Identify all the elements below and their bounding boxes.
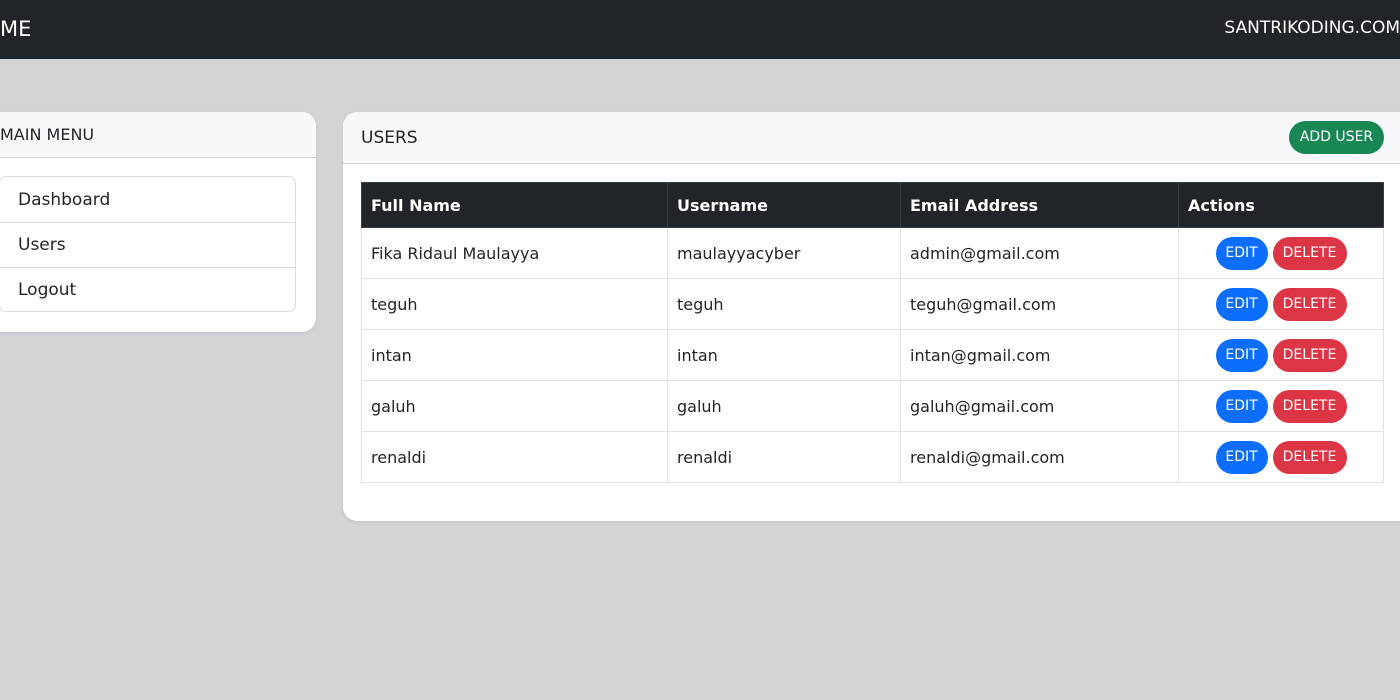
navbar-brand[interactable]: ME (0, 15, 31, 43)
cell-full-name: intan (361, 329, 668, 381)
cell-email: teguh@gmail.com (900, 278, 1179, 330)
cell-email: intan@gmail.com (900, 329, 1179, 381)
cell-actions: EDIT DELETE (1178, 278, 1384, 330)
delete-button[interactable]: DELETE (1272, 389, 1347, 423)
edit-button[interactable]: EDIT (1215, 389, 1268, 423)
main-menu-header: MAIN MENU (0, 112, 316, 158)
menu-item-users[interactable]: Users (0, 222, 295, 268)
column-header-full-name: Full Name (361, 182, 668, 228)
table-row: intan intan intan@gmail.com EDIT DELETE (361, 329, 1384, 381)
cell-email: galuh@gmail.com (900, 380, 1179, 432)
cell-username: maulayyacyber (667, 227, 901, 279)
cell-full-name: Fika Ridaul Maulayya (361, 227, 668, 279)
cell-username: teguh (667, 278, 901, 330)
menu-item-logout[interactable]: Logout (0, 267, 295, 313)
column-header-username: Username (667, 182, 901, 228)
cell-username: renaldi (667, 431, 901, 483)
cell-actions: EDIT DELETE (1178, 227, 1384, 279)
table-header-row: Full Name Username Email Address Actions (361, 182, 1384, 228)
column-header-actions: Actions (1178, 182, 1384, 228)
cell-email: renaldi@gmail.com (900, 431, 1179, 483)
cell-full-name: renaldi (361, 431, 668, 483)
delete-button[interactable]: DELETE (1272, 236, 1347, 270)
delete-button[interactable]: DELETE (1272, 287, 1347, 321)
table-row: galuh galuh galuh@gmail.com EDIT DELETE (361, 380, 1384, 432)
cell-actions: EDIT DELETE (1178, 431, 1384, 483)
edit-button[interactable]: EDIT (1215, 236, 1268, 270)
cell-username: intan (667, 329, 901, 381)
menu-item-dashboard[interactable]: Dashboard (0, 177, 295, 223)
main-menu-list: Dashboard Users Logout (0, 176, 296, 312)
users-card: USERS ADD USER Full Name Username Email … (343, 112, 1400, 521)
delete-button[interactable]: DELETE (1272, 338, 1347, 372)
top-navbar: ME SANTRIKODING.COM (0, 0, 1400, 59)
edit-button[interactable]: EDIT (1215, 287, 1268, 321)
site-link[interactable]: SANTRIKODING.COM (1224, 17, 1400, 39)
main-menu-title: MAIN MENU (0, 125, 95, 144)
edit-button[interactable]: EDIT (1215, 338, 1268, 372)
users-table: Full Name Username Email Address Actions… (361, 182, 1384, 483)
add-user-button[interactable]: ADD USER (1289, 121, 1384, 154)
edit-button[interactable]: EDIT (1215, 440, 1268, 474)
table-row: renaldi renaldi renaldi@gmail.com EDIT DE… (361, 431, 1384, 483)
cell-email: admin@gmail.com (900, 227, 1179, 279)
cell-actions: EDIT DELETE (1178, 329, 1384, 381)
cell-full-name: teguh (361, 278, 668, 330)
table-row: Fika Ridaul Maulayya maulayyacyber admin… (361, 227, 1384, 279)
table-row: teguh teguh teguh@gmail.com EDIT DELETE (361, 278, 1384, 330)
cell-actions: EDIT DELETE (1178, 380, 1384, 432)
users-card-header: USERS ADD USER (343, 112, 1400, 164)
delete-button[interactable]: DELETE (1272, 440, 1347, 474)
cell-username: galuh (667, 380, 901, 432)
column-header-email: Email Address (900, 182, 1179, 228)
users-title: USERS (361, 128, 418, 148)
cell-full-name: galuh (361, 380, 668, 432)
main-menu-card: MAIN MENU Dashboard Users Logout (0, 112, 316, 332)
